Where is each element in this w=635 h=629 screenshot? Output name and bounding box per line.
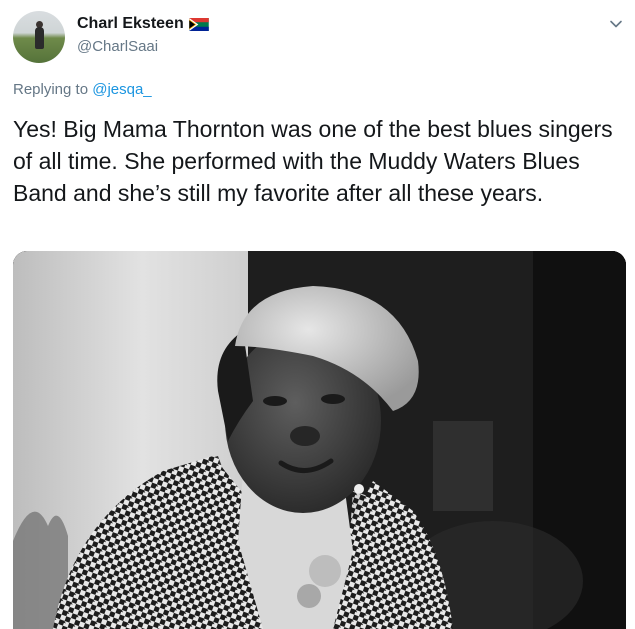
tweet-text: Yes! Big Mama Thornton was one of the be… (13, 116, 613, 206)
author-display-name[interactable]: Charl Eksteen (77, 15, 209, 33)
replying-to-label: Replying to (13, 81, 89, 98)
avatar[interactable] (13, 11, 65, 63)
photo-illustration (13, 251, 626, 629)
chevron-down-icon[interactable] (608, 16, 624, 32)
author-display-name-text: Charl Eksteen (77, 15, 184, 32)
tweet-photo[interactable] (13, 251, 626, 629)
tweet-card: Charl Eksteen @CharlSaai Replying to @je… (0, 0, 635, 629)
south-africa-flag-icon (188, 17, 209, 31)
avatar-figure-body (35, 27, 44, 49)
reply-mention-link[interactable]: @jesqa_ (92, 81, 151, 98)
author-handle[interactable]: @CharlSaai (77, 38, 158, 55)
replying-to-line: Replying to @jesqa_ (13, 81, 152, 98)
